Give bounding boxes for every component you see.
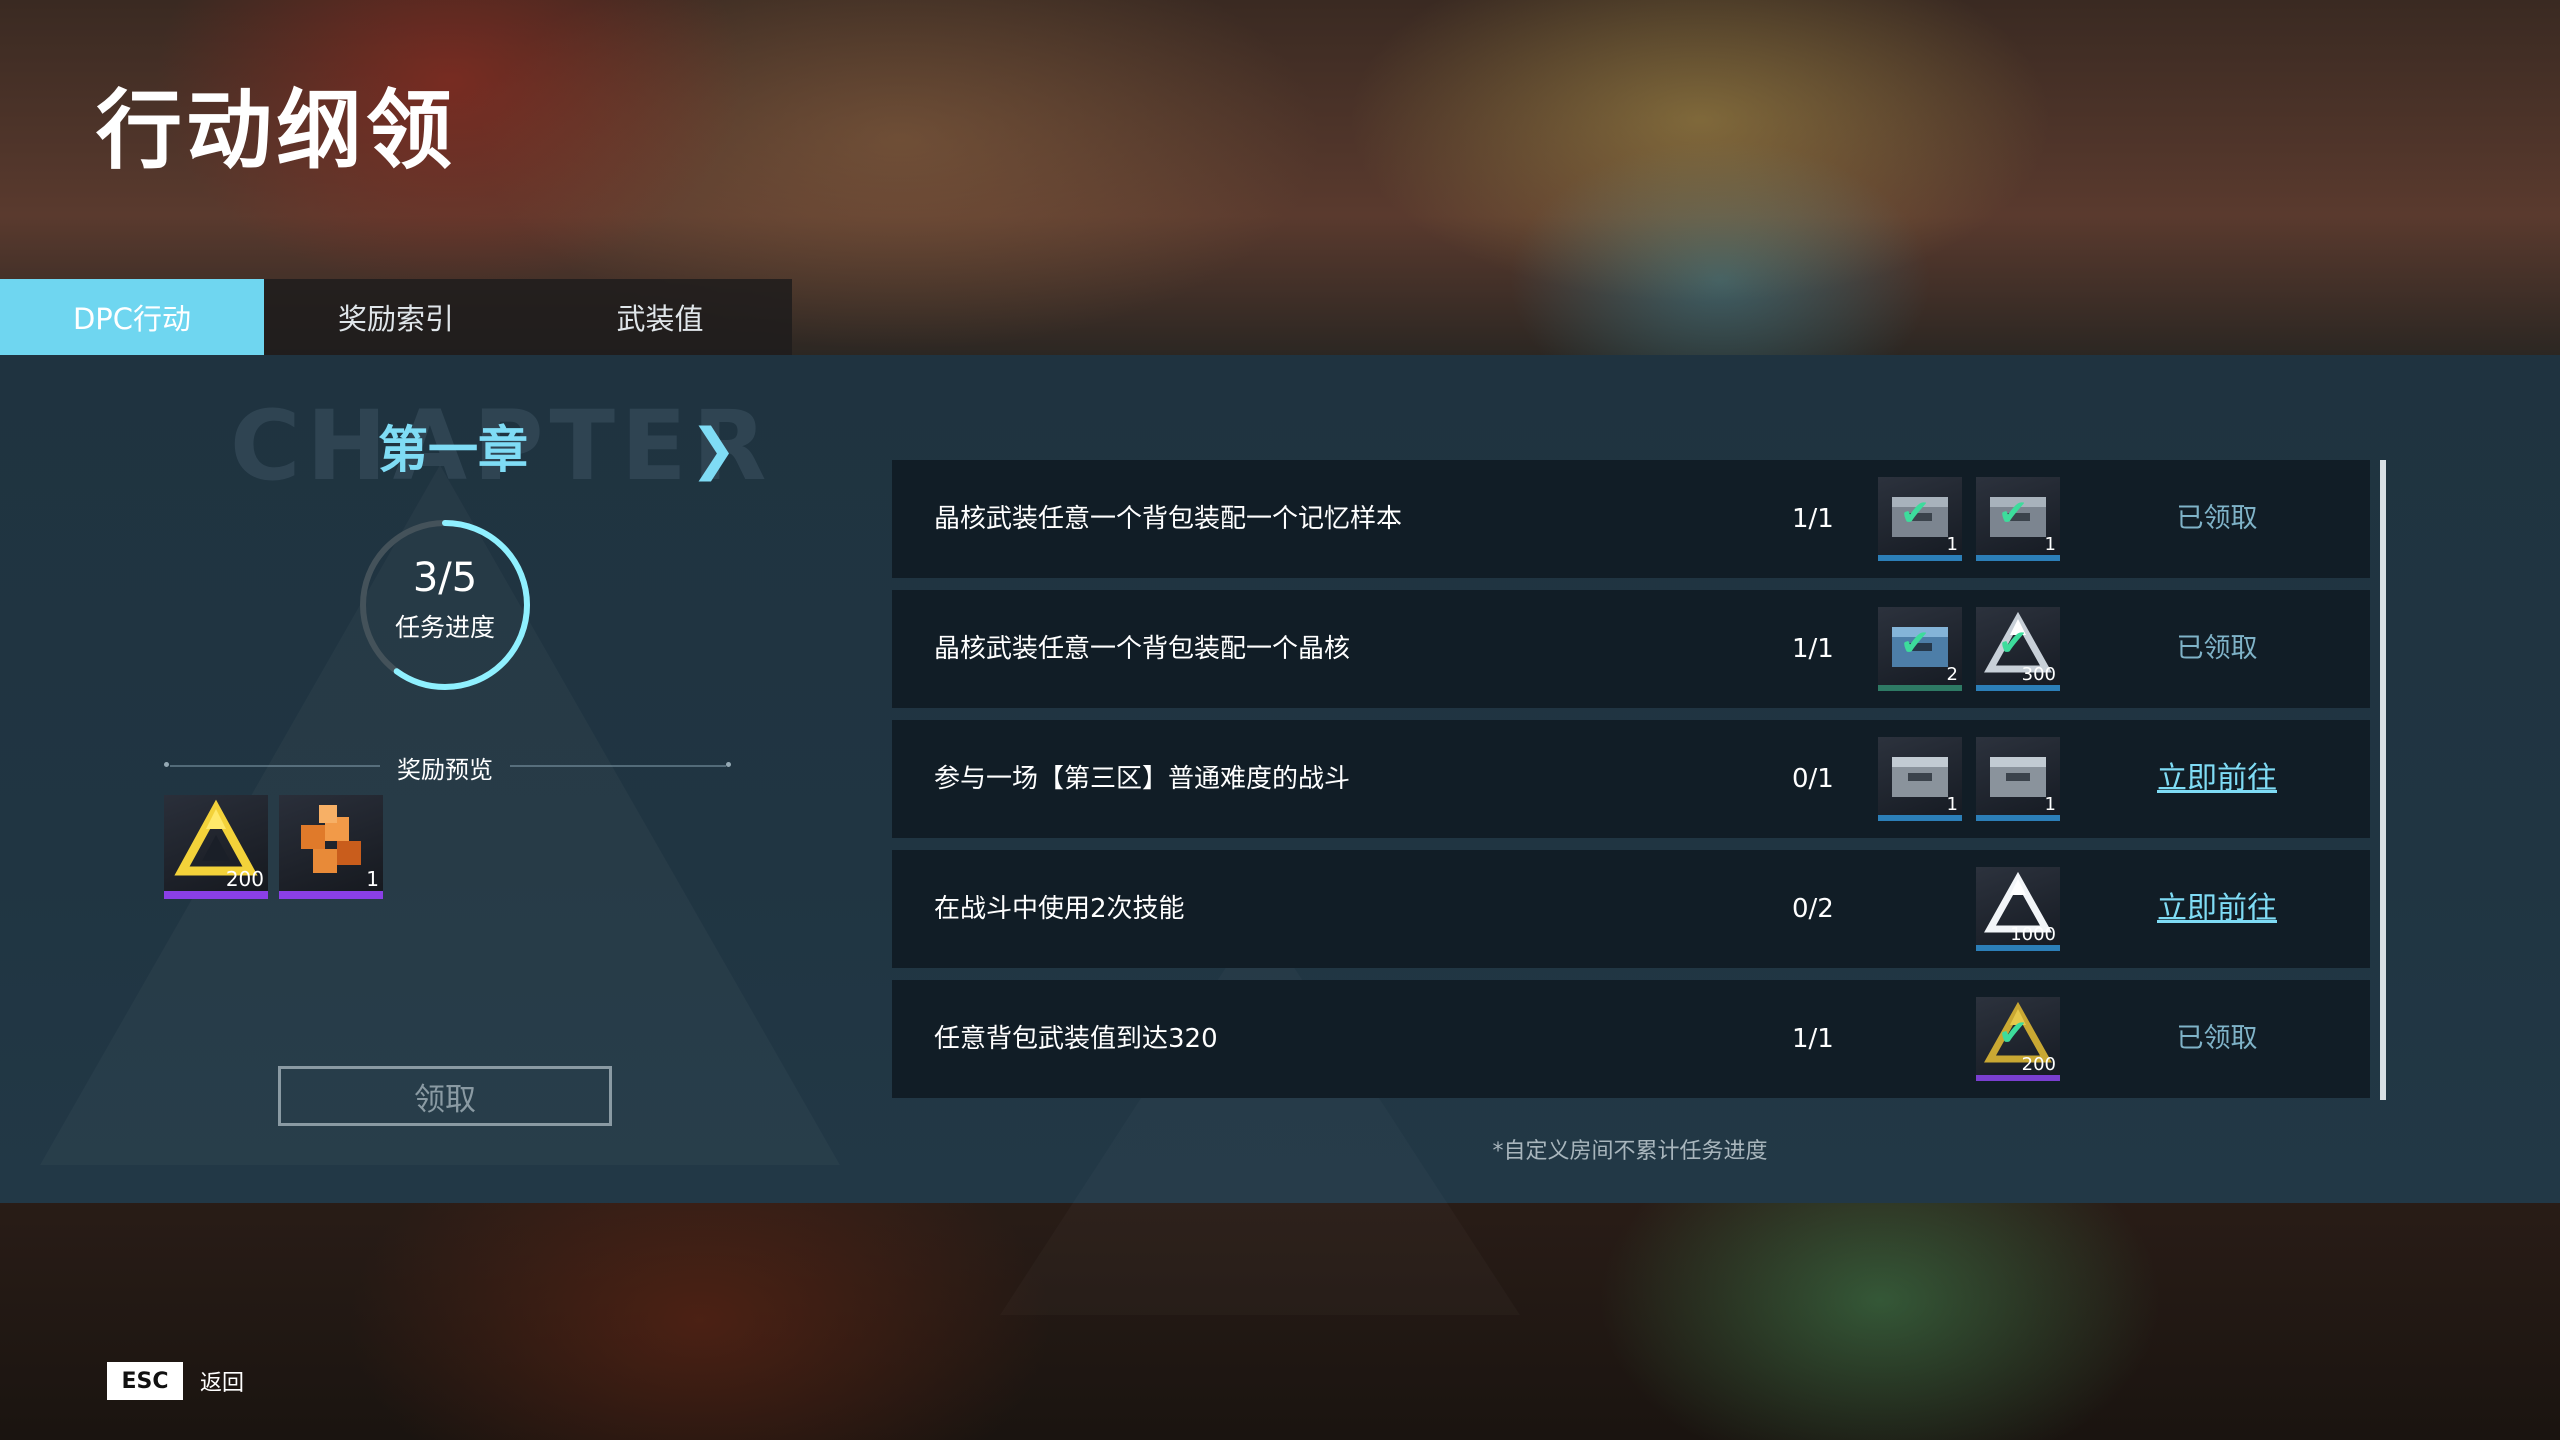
divider-dot bbox=[164, 762, 169, 767]
claimed-status: 已领取 bbox=[2176, 633, 2258, 664]
divider-dot bbox=[726, 762, 731, 767]
preview-reward-item[interactable]: 200 bbox=[164, 795, 268, 899]
progress-count: 3/5 bbox=[412, 555, 478, 601]
tab-bar: DPC行动 奖励索引 武装值 bbox=[0, 279, 792, 355]
reward-quantity: 300 bbox=[2021, 664, 2056, 685]
rarity-bar bbox=[164, 891, 268, 899]
claim-all-button[interactable]: 领取 bbox=[278, 1066, 612, 1126]
task-reward[interactable]: 1000 bbox=[1976, 867, 2060, 951]
rarity-bar bbox=[1878, 815, 1962, 821]
progress-note: *自定义房间不累计任务进度 bbox=[1492, 1139, 1768, 1164]
task-reward[interactable]: 1 bbox=[1976, 737, 2060, 821]
reward-quantity: 1 bbox=[1946, 794, 1958, 815]
progress-ring bbox=[360, 520, 530, 690]
reward-quantity: 2 bbox=[1946, 664, 1958, 685]
reward-preview-label: 奖励预览 bbox=[397, 756, 493, 784]
task-reward[interactable]: ✔ 2 bbox=[1878, 607, 1962, 691]
rarity-bar bbox=[1976, 945, 2060, 951]
go-now-link[interactable]: 立即前往 bbox=[2132, 850, 2302, 968]
reward-quantity: 1000 bbox=[2010, 924, 2056, 945]
task-reward[interactable]: ✔ 1 bbox=[1878, 477, 1962, 561]
checkmark-icon: ✔ bbox=[1900, 623, 1931, 664]
task-progress: 0/1 bbox=[1792, 764, 1834, 794]
task-list-scrollbar[interactable] bbox=[2380, 460, 2386, 1100]
task-row: 任意背包武装值到达320 1/1 ✔ 200 已领取 bbox=[892, 980, 2370, 1098]
checkmark-icon: ✔ bbox=[1998, 1013, 2029, 1054]
rarity-bar bbox=[279, 891, 383, 899]
claimed-status: 已领取 bbox=[2176, 1023, 2258, 1054]
progress-label: 任务进度 bbox=[394, 613, 495, 642]
page-title: 行动纲领 bbox=[96, 81, 456, 181]
task-row: 晶核武装任意一个背包装配一个记忆样本 1/1 ✔ 1 ✔ 1 已领取 bbox=[892, 460, 2370, 578]
divider-line bbox=[170, 765, 380, 767]
task-row: 在战斗中使用2次技能 0/2 1000 立即前往 bbox=[892, 850, 2370, 968]
task-name: 任意背包武装值到达320 bbox=[934, 1024, 1218, 1054]
task-progress: 1/1 bbox=[1792, 1024, 1834, 1054]
task-reward[interactable]: ✔ 300 bbox=[1976, 607, 2060, 691]
divider-line bbox=[510, 765, 726, 767]
tab-dpc-action[interactable]: DPC行动 bbox=[0, 279, 264, 355]
task-progress: 1/1 bbox=[1792, 634, 1834, 664]
tab-reward-index[interactable]: 奖励索引 bbox=[264, 279, 528, 355]
task-name: 参与一场【第三区】普通难度的战斗 bbox=[934, 764, 1351, 794]
checkmark-icon: ✔ bbox=[1900, 493, 1931, 534]
tab-armament-value[interactable]: 武装值 bbox=[528, 279, 792, 355]
rarity-bar bbox=[1878, 555, 1962, 561]
chevron-right-icon[interactable]: ❯ bbox=[690, 417, 737, 482]
task-row: 晶核武装任意一个背包装配一个晶核 1/1 ✔ 2 ✔ 300 已领取 bbox=[892, 590, 2370, 708]
task-name: 晶核武装任意一个背包装配一个记忆样本 bbox=[934, 504, 1403, 534]
chapter-title: 第一章 bbox=[378, 421, 528, 479]
main-panel: CHAPTER 第一章 ❯ 3/5 任务进度 奖励预览 200 1 领取 晶核武… bbox=[0, 355, 2560, 1203]
back-label[interactable]: 返回 bbox=[200, 1365, 244, 1397]
task-name: 在战斗中使用2次技能 bbox=[934, 894, 1185, 924]
task-progress: 0/2 bbox=[1792, 894, 1834, 924]
preview-reward-item[interactable]: 1 bbox=[279, 795, 383, 899]
task-reward[interactable]: ✔ 200 bbox=[1976, 997, 2060, 1081]
esc-key-hint[interactable]: ESC bbox=[107, 1362, 183, 1400]
item-quantity: 200 bbox=[225, 867, 264, 891]
rarity-bar bbox=[1976, 1075, 2060, 1081]
reward-quantity: 1 bbox=[2044, 794, 2056, 815]
rarity-bar bbox=[1976, 815, 2060, 821]
rarity-bar bbox=[1976, 685, 2060, 691]
checkmark-icon: ✔ bbox=[1998, 493, 2029, 534]
scrollbar-thumb[interactable] bbox=[2380, 460, 2386, 1100]
task-name: 晶核武装任意一个背包装配一个晶核 bbox=[934, 634, 1351, 664]
task-reward[interactable]: 1 bbox=[1878, 737, 1962, 821]
item-quantity: 1 bbox=[366, 867, 379, 891]
reward-quantity: 200 bbox=[2021, 1054, 2056, 1075]
claimed-status: 已领取 bbox=[2176, 503, 2258, 534]
task-row: 参与一场【第三区】普通难度的战斗 0/1 1 1 立即前往 bbox=[892, 720, 2370, 838]
reward-quantity: 1 bbox=[1946, 534, 1958, 555]
task-list: 晶核武装任意一个背包装配一个记忆样本 1/1 ✔ 1 ✔ 1 已领取 晶核武装任… bbox=[892, 460, 2370, 1110]
task-reward[interactable]: ✔ 1 bbox=[1976, 477, 2060, 561]
rarity-bar bbox=[1976, 555, 2060, 561]
reward-quantity: 1 bbox=[2044, 534, 2056, 555]
go-now-link[interactable]: 立即前往 bbox=[2132, 720, 2302, 838]
task-progress: 1/1 bbox=[1792, 504, 1834, 534]
rarity-bar bbox=[1878, 685, 1962, 691]
checkmark-icon: ✔ bbox=[1998, 623, 2029, 664]
